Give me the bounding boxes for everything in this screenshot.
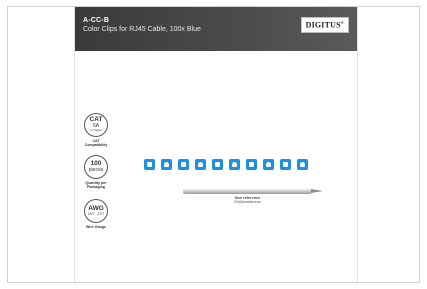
clip-icon — [280, 159, 291, 170]
size-reference-sublabel: Größenreferenz — [234, 200, 261, 204]
quantity-icon: 100 pieces — [84, 155, 108, 179]
feature-caption: Wire Gauge — [86, 225, 106, 229]
awg-icon: AWG 24/7 - 27/7 — [84, 199, 108, 223]
feature-awg: AWG 24/7 - 27/7 Wire Gauge — [82, 199, 110, 229]
feature-cat: CAT 6A or higher CAT Compatibility — [82, 113, 110, 147]
clip-icon — [212, 159, 223, 170]
digitus-logo: DIGITUS® — [300, 17, 349, 33]
clip-icon — [144, 159, 155, 170]
product-title: Color Clips for RJ45 Cable, 100x Blue — [83, 26, 201, 33]
clip-icon — [297, 159, 308, 170]
clip-icon — [195, 159, 206, 170]
right-guide-line — [357, 7, 358, 282]
header-banner: A-CC-B Color Clips for RJ45 Cable, 100x … — [75, 7, 357, 51]
clip-icon — [178, 159, 189, 170]
size-reference: Size reference Größenreferenz — [234, 196, 261, 204]
feature-caption: Quantity per Packaging — [85, 181, 107, 190]
feature-quantity: 100 pieces Quantity per Packaging — [82, 155, 110, 189]
product-sheet: A-CC-B Color Clips for RJ45 Cable, 100x … — [7, 6, 420, 283]
clip-row — [144, 159, 308, 170]
feature-caption: CAT Compatibility — [84, 139, 108, 148]
clip-icon — [229, 159, 240, 170]
cat-icon: CAT 6A or higher — [84, 113, 108, 137]
clip-icon — [263, 159, 274, 170]
clip-icon — [246, 159, 257, 170]
product-sku: A-CC-B — [83, 17, 110, 24]
clip-icon — [161, 159, 172, 170]
pencil-image — [183, 189, 323, 194]
